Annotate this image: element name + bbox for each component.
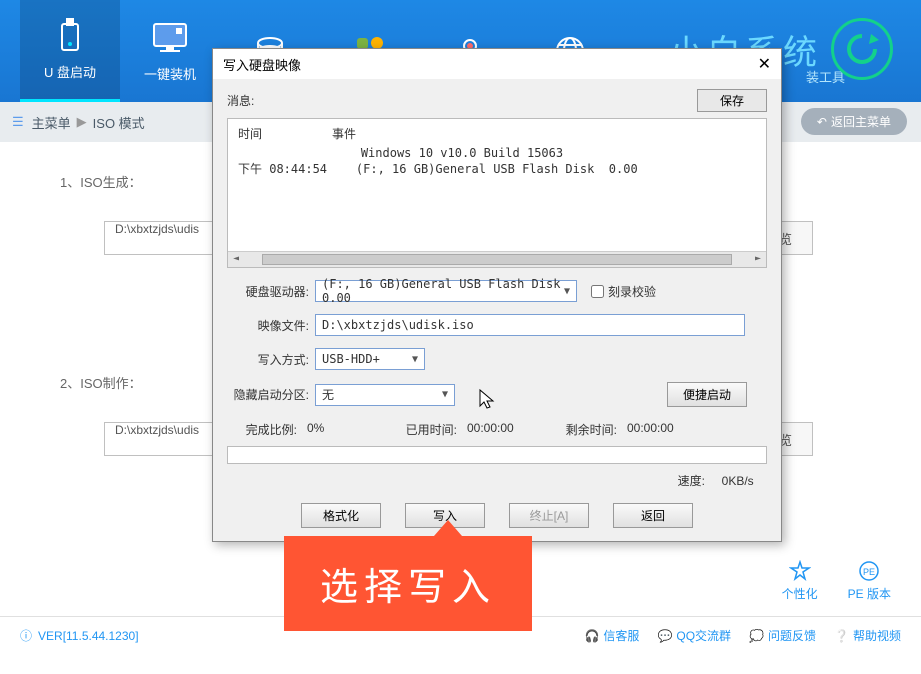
elapsed-value: 00:00:00 (467, 421, 537, 438)
undo-icon: ↶ (817, 115, 827, 129)
list-icon: ☰ (12, 114, 24, 130)
progress-bar (227, 446, 767, 464)
image-file-label: 映像文件: (227, 317, 309, 334)
annotation-callout: 选择写入 (284, 536, 532, 631)
tab-label: U 盘启动 (44, 62, 96, 81)
close-icon[interactable]: ✕ (758, 54, 771, 74)
bubble-icon: 💭 (749, 629, 764, 643)
pe-version-button[interactable]: PE PE 版本 (848, 560, 891, 602)
speed-value: 0KB/s (722, 474, 754, 488)
personalize-label: 个性化 (782, 585, 818, 602)
refresh-button[interactable] (831, 18, 893, 80)
verify-checkbox[interactable]: 刻录校验 (591, 283, 656, 300)
disk-drive-label: 硬盘驱动器: (227, 283, 309, 300)
message-label: 消息: (227, 92, 254, 109)
hide-boot-label: 隐藏启动分区: (227, 386, 309, 403)
version-label: VER[11.5.44.1230] (38, 629, 139, 643)
scroll-left-icon[interactable]: ◄ (228, 252, 244, 267)
format-button[interactable]: 格式化 (301, 503, 381, 528)
link-feedback[interactable]: 💭问题反馈 (749, 627, 816, 644)
write-mode-label: 写入方式: (227, 351, 309, 368)
tab-oneclick-install[interactable]: 一键装机 (120, 0, 220, 102)
hide-boot-value: 无 (322, 386, 334, 403)
dialog-title: 写入硬盘映像 (223, 55, 301, 74)
mouse-cursor-icon (478, 388, 496, 415)
step1-label: 1、ISO生成： (60, 172, 180, 191)
step2-label: 2、ISO制作： (60, 373, 180, 392)
back-main-button[interactable]: ↶ 返回主菜单 (801, 108, 907, 135)
breadcrumb-root[interactable]: 主菜单 (32, 113, 71, 132)
tab-usb-boot[interactable]: U 盘启动 (20, 0, 120, 102)
disk-drive-value: (F:, 16 GB)General USB Flash Disk 0.00 (322, 277, 564, 305)
write-mode-value: USB-HDD+ (322, 352, 380, 366)
write-disk-image-dialog: 写入硬盘映像 ✕ 消息: 保存 时间 事件 Windows 10 v10.0 B… (212, 48, 782, 542)
headset-icon: 🎧 (584, 629, 599, 643)
hide-boot-select[interactable]: 无 ▼ (315, 384, 455, 406)
disk-drive-select[interactable]: (F:, 16 GB)General USB Flash Disk 0.00 ▼ (315, 280, 577, 302)
remaining-label: 剩余时间: (547, 421, 617, 438)
save-button[interactable]: 保存 (697, 89, 767, 112)
log-col-event: 事件 (332, 125, 356, 142)
remaining-value: 00:00:00 (627, 421, 697, 438)
log-line-1: Windows 10 v10.0 Build 15063 (238, 146, 756, 160)
back-label: 返回主菜单 (831, 113, 891, 130)
chevron-right-icon: ▶ (77, 114, 87, 130)
scroll-right-icon[interactable]: ► (750, 252, 766, 267)
verify-checkbox-input[interactable] (591, 285, 604, 298)
link-support[interactable]: 🎧信客服 (584, 627, 639, 644)
scroll-thumb[interactable] (262, 254, 732, 265)
verify-label: 刻录校验 (608, 283, 656, 300)
breadcrumb-current: ISO 模式 (93, 113, 145, 132)
usb-icon (52, 18, 88, 54)
image-file-input[interactable]: D:\xbxtzjds\udisk.iso (315, 314, 745, 336)
link-help[interactable]: ❔帮助视频 (834, 627, 901, 644)
pe-version-label: PE 版本 (848, 585, 891, 602)
log-line-2: 下午 08:44:54 (F:, 16 GB)General USB Flash… (238, 160, 756, 177)
svg-text:PE: PE (863, 567, 875, 577)
log-col-time: 时间 (238, 125, 262, 142)
chat-icon: 💬 (657, 629, 672, 643)
log-scrollbar[interactable]: ◄ ► (228, 251, 766, 267)
link-qq[interactable]: 💬QQ交流群 (657, 627, 731, 644)
quick-boot-button[interactable]: 便捷启动 (667, 382, 747, 407)
write-mode-select[interactable]: USB-HDD+ ▼ (315, 348, 425, 370)
speed-label: 速度: (678, 474, 705, 488)
info-icon: ⓘ (20, 627, 32, 644)
bottom-links: 🎧信客服 💬QQ交流群 💭问题反馈 ❔帮助视频 (584, 627, 901, 644)
chevron-down-icon: ▼ (412, 354, 418, 365)
tab-label: 一键装机 (144, 64, 196, 83)
chevron-down-icon: ▼ (564, 286, 570, 297)
stop-button[interactable]: 终止[A] (509, 503, 589, 528)
progress-value: 0% (307, 421, 377, 438)
side-actions: 个性化 PE PE 版本 (782, 560, 891, 602)
log-box: 时间 事件 Windows 10 v10.0 Build 15063 下午 08… (227, 118, 767, 268)
dialog-titlebar: 写入硬盘映像 ✕ (213, 49, 781, 79)
help-icon: ❔ (834, 629, 849, 643)
elapsed-label: 已用时间: (387, 421, 457, 438)
monitor-icon (152, 20, 188, 56)
progress-label: 完成比例: (227, 421, 297, 438)
chevron-down-icon: ▼ (442, 389, 448, 400)
personalize-button[interactable]: 个性化 (782, 560, 818, 602)
back-button[interactable]: 返回 (613, 503, 693, 528)
